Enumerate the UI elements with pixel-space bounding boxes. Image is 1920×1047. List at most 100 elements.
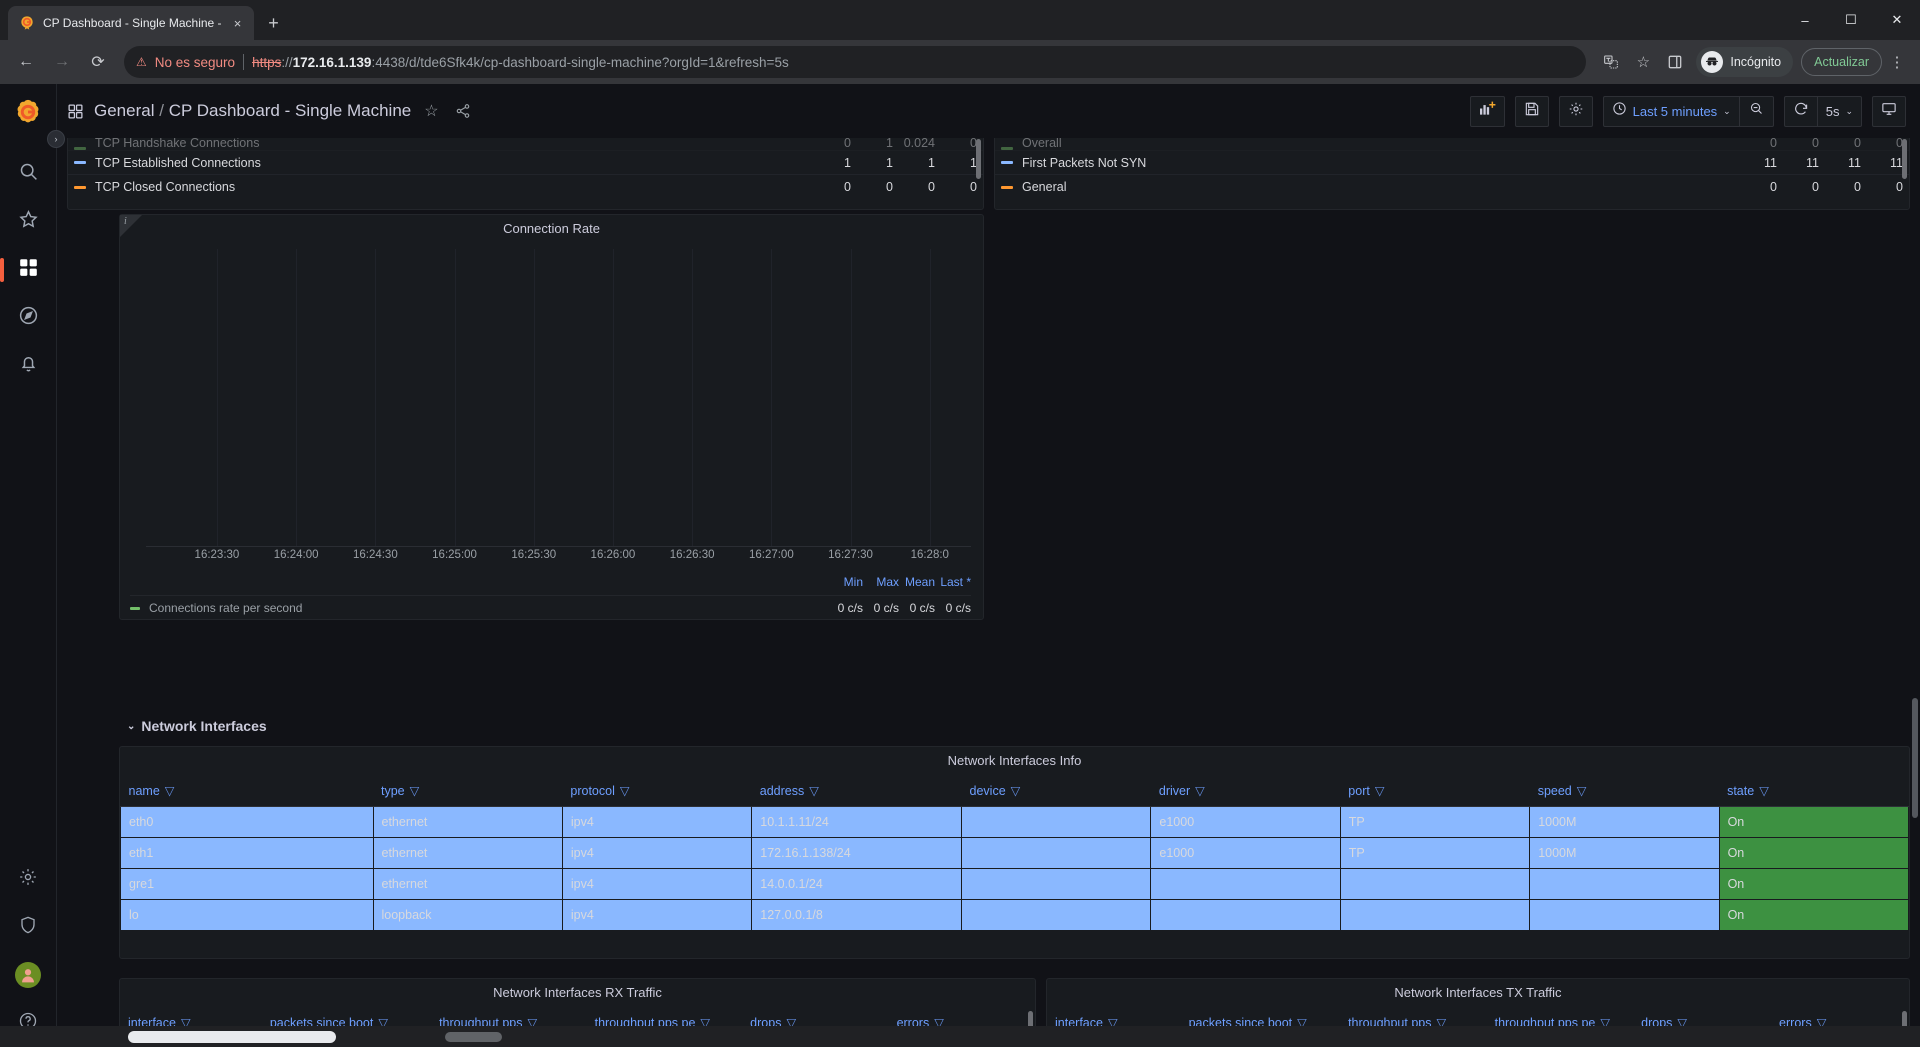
legend-row[interactable]: First Packets Not SYN 11 11 11 11: [995, 151, 1909, 175]
row-header-network-interfaces[interactable]: ⌄ Network Interfaces: [127, 718, 267, 734]
zoom-out-icon: [1749, 101, 1764, 121]
chevron-down-icon: ⌄: [1723, 105, 1731, 116]
column-header-address[interactable]: address ▽: [751, 775, 962, 807]
panel-scrollbar[interactable]: [976, 139, 981, 179]
sidebar-item-explore[interactable]: [8, 294, 48, 342]
panel-scrollbar[interactable]: [1902, 139, 1907, 179]
column-header-device[interactable]: device ▽: [961, 775, 1151, 807]
series-color-swatch: [74, 147, 86, 150]
browser-menu-icon[interactable]: ⋮: [1884, 47, 1910, 77]
incognito-indicator[interactable]: Incógnito: [1696, 47, 1794, 77]
cell-port: [1339, 868, 1531, 900]
cell-address: 172.16.1.138/24: [751, 837, 963, 869]
series-value: 0: [844, 138, 851, 150]
sidebar-item-server-admin[interactable]: [8, 903, 48, 951]
avatar[interactable]: [15, 962, 41, 988]
panel-info-icon[interactable]: i: [124, 216, 127, 227]
new-tab-button[interactable]: +: [260, 9, 288, 37]
column-header-protocol[interactable]: protocol ▽: [562, 775, 752, 807]
dashboard-canvas: TCP Handshake Connections 0 1 0.024 0 TC…: [57, 138, 1920, 1047]
cell-driver: [1150, 899, 1341, 931]
browser-tab[interactable]: CP Dashboard - Single Machine - ×: [8, 6, 254, 40]
filter-icon[interactable]: ▽: [620, 784, 630, 798]
time-range-label: Last 5 minutes: [1632, 103, 1718, 119]
star-dashboard-icon[interactable]: ☆: [421, 98, 441, 124]
refresh-interval-picker[interactable]: 5s ⌄: [1817, 95, 1862, 127]
sidebar-item-starred[interactable]: [8, 198, 48, 246]
forward-button[interactable]: →: [46, 46, 78, 78]
column-label: port: [1348, 784, 1370, 798]
filter-icon[interactable]: ▽: [165, 784, 175, 798]
legend-row[interactable]: General 0 0 0 0: [995, 175, 1909, 199]
save-icon: [1524, 101, 1540, 122]
sidebar-item-dashboards[interactable]: [0, 246, 48, 294]
sidebar-item-search[interactable]: [8, 150, 48, 198]
legend-stat-header[interactable]: Mean: [899, 575, 935, 589]
dashboard-settings-button[interactable]: [1558, 95, 1593, 127]
column-header-driver[interactable]: driver ▽: [1150, 775, 1341, 807]
table-row[interactable]: eth1 ethernet ipv4 172.16.1.138/24 e1000…: [120, 837, 1909, 869]
table-row[interactable]: eth0 ethernet ipv4 10.1.1.11/24 e1000 TP…: [120, 806, 1909, 838]
reload-button[interactable]: ⟳: [82, 46, 114, 78]
tv-mode-button[interactable]: [1872, 95, 1906, 127]
column-label: address: [759, 784, 805, 798]
translate-icon[interactable]: [1596, 47, 1626, 77]
column-header-name[interactable]: name ▽: [120, 775, 373, 807]
series-value: 0: [970, 138, 977, 150]
legend-row[interactable]: TCP Handshake Connections 0 1 0.024 0: [68, 138, 983, 151]
series-color-swatch: [74, 161, 86, 164]
column-header-speed[interactable]: speed ▽: [1529, 775, 1720, 807]
filter-icon[interactable]: ▽: [809, 784, 819, 798]
address-bar[interactable]: ⚠ No es seguro https://172.16.1.139:4438…: [124, 46, 1587, 78]
window-minimize-button[interactable]: –: [1782, 0, 1828, 40]
grafana-logo-icon[interactable]: [13, 98, 43, 128]
legend-stat-header[interactable]: Last *: [935, 575, 971, 589]
filter-icon[interactable]: ▽: [1577, 784, 1587, 798]
x-axis-line: [146, 546, 971, 547]
breadcrumb-folder[interactable]: General: [94, 101, 154, 120]
grafana-main: General / CP Dashboard - Single Machine …: [57, 84, 1920, 1047]
column-header-port[interactable]: port ▽: [1340, 775, 1530, 807]
gridline: [296, 249, 298, 547]
filter-icon[interactable]: ▽: [1011, 784, 1021, 798]
legend-row[interactable]: Overall 0 0 0 0: [995, 138, 1909, 151]
breadcrumb[interactable]: General / CP Dashboard - Single Machine: [94, 101, 411, 121]
sidebar-item-configuration[interactable]: [8, 855, 48, 903]
cell-protocol: ipv4: [561, 899, 753, 931]
table-row[interactable]: lo loopback ipv4 127.0.0.1/8 On: [120, 899, 1909, 931]
column-header-type[interactable]: type ▽: [373, 775, 563, 807]
add-panel-button[interactable]: [1469, 95, 1505, 127]
share-dashboard-icon[interactable]: [452, 100, 474, 122]
time-range-picker[interactable]: Last 5 minutes ⌄: [1602, 95, 1740, 127]
chart-plot-area[interactable]: [146, 249, 971, 547]
bookmark-star-icon[interactable]: ☆: [1628, 47, 1658, 77]
legend-row[interactable]: TCP Established Connections 1 1 1 1: [68, 151, 983, 175]
save-dashboard-button[interactable]: [1514, 95, 1549, 127]
filter-icon[interactable]: ▽: [410, 784, 420, 798]
filter-icon[interactable]: ▽: [1375, 784, 1385, 798]
legend-row[interactable]: TCP Closed Connections 0 0 0 0: [68, 175, 983, 199]
refresh-button[interactable]: [1783, 95, 1818, 127]
window-maximize-button[interactable]: ☐: [1828, 0, 1874, 40]
horizontal-scrollbar[interactable]: [128, 1031, 336, 1043]
update-button[interactable]: Actualizar: [1801, 48, 1882, 76]
sidebar-item-alerting[interactable]: [8, 342, 48, 390]
window-close-button[interactable]: ✕: [1874, 0, 1920, 40]
column-label: driver: [1158, 784, 1191, 798]
back-button[interactable]: ←: [10, 46, 42, 78]
table-row[interactable]: gre1 ethernet ipv4 14.0.0.1/24 On: [120, 868, 1909, 900]
cell-speed: [1529, 868, 1720, 900]
cell-name: lo: [120, 899, 374, 931]
legend-stat-header[interactable]: Min: [827, 575, 863, 589]
legend-series-row[interactable]: Connections rate per second 0 c/s 0 c/s …: [130, 595, 971, 615]
zoom-out-button[interactable]: [1739, 95, 1774, 127]
cell-speed: 1000M: [1529, 806, 1720, 838]
column-header-state[interactable]: state ▽: [1719, 775, 1909, 807]
tab-close-icon[interactable]: ×: [230, 15, 246, 31]
filter-icon[interactable]: ▽: [1195, 784, 1205, 798]
side-panel-icon[interactable]: [1660, 47, 1690, 77]
filter-icon[interactable]: ▽: [1759, 784, 1769, 798]
dashboard-scrollbar[interactable]: [1912, 698, 1918, 818]
legend-stat-header[interactable]: Max: [863, 575, 899, 589]
horizontal-scrollbar-secondary[interactable]: [445, 1032, 502, 1042]
